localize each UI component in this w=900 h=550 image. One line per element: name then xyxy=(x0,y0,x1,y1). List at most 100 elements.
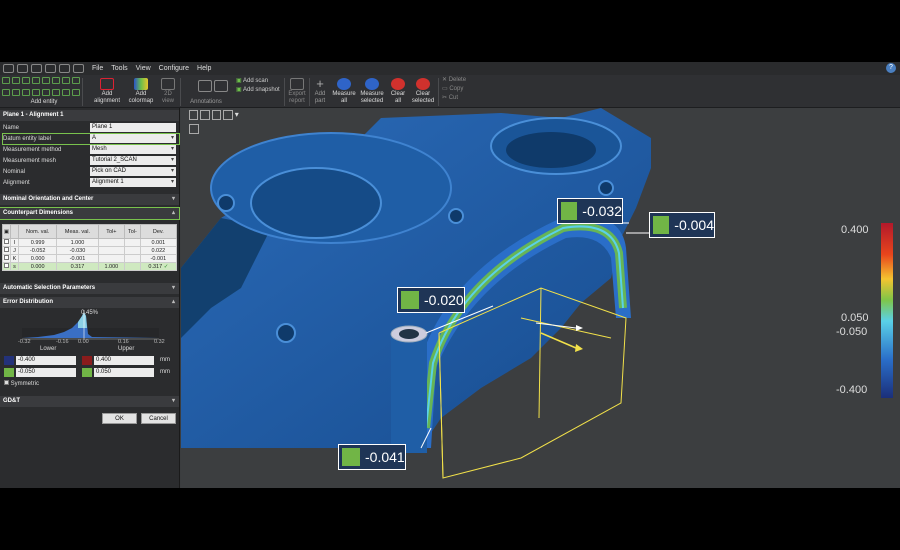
view-2d-label: 2D view xyxy=(161,91,174,104)
counterpart-section[interactable]: Counterpart Dimensions ▴ xyxy=(0,207,180,220)
upper-inner-color[interactable] xyxy=(82,368,92,377)
name-field[interactable]: Plane 1 xyxy=(90,123,176,132)
cone-entity-icon[interactable] xyxy=(52,77,60,84)
cell-tolminus[interactable] xyxy=(124,254,141,263)
error-distribution-section[interactable]: Error Distribution ▴ xyxy=(0,297,179,308)
help-icon[interactable]: ? xyxy=(886,63,896,73)
clear-all-button[interactable]: Clear all xyxy=(388,78,408,105)
torus-entity-icon[interactable] xyxy=(32,88,40,96)
home-icon[interactable] xyxy=(3,64,14,73)
rect-entity-icon[interactable] xyxy=(22,88,30,96)
add-entity-label[interactable]: Add entity xyxy=(24,99,64,106)
pan-tool-icon[interactable] xyxy=(211,110,222,120)
slot-entity-icon[interactable] xyxy=(72,77,80,84)
row-checkbox[interactable] xyxy=(2,254,11,263)
surface-entity-icon[interactable] xyxy=(42,88,50,96)
menu-tools[interactable]: Tools xyxy=(111,65,127,72)
view-cube-icon[interactable] xyxy=(189,124,199,134)
nominal-select[interactable]: Pick on CAD ▾ xyxy=(90,167,176,176)
cell-dev: 0.022 xyxy=(139,246,178,255)
measure-all-button[interactable]: Measure all xyxy=(332,78,356,105)
lower-outer-input[interactable]: -0.400 xyxy=(16,356,76,365)
menu-file[interactable]: File xyxy=(92,65,103,72)
deviation-callout[interactable]: -0.004 xyxy=(649,212,715,238)
auto-selection-section[interactable]: Automatic Selection Parameters ▾ xyxy=(0,283,179,294)
lower-inner-input[interactable]: -0.050 xyxy=(16,368,76,377)
section-entity-icon[interactable] xyxy=(62,88,70,96)
chevron-down-icon[interactable]: ▾ xyxy=(235,110,244,120)
circle-entity-icon[interactable] xyxy=(32,77,40,84)
add-colormap-button[interactable]: Add colormap xyxy=(124,78,158,105)
zoom-tool-icon[interactable] xyxy=(223,110,233,120)
chevron-down-icon: ▾ xyxy=(170,179,174,185)
point-entity-icon[interactable] xyxy=(2,77,10,84)
line-entity-icon[interactable] xyxy=(12,77,20,84)
table-row[interactable]: I 0.999 1.000 0.001 xyxy=(2,238,178,247)
menu-view[interactable]: View xyxy=(136,65,151,72)
cell-tolplus[interactable] xyxy=(97,238,126,247)
row-checkbox[interactable] xyxy=(2,246,11,255)
cell-tolplus[interactable] xyxy=(97,254,126,263)
menu-help[interactable]: Help xyxy=(197,65,211,72)
cylinder-entity-icon[interactable] xyxy=(42,77,50,84)
cut-label: Cut xyxy=(448,95,459,101)
clear-selected-button[interactable]: Clear selected xyxy=(410,78,436,105)
cell-tolminus[interactable] xyxy=(124,238,141,247)
open-icon[interactable] xyxy=(31,64,42,73)
measurement-method-select[interactable]: Mesh ▾ xyxy=(90,145,176,154)
view-2d-button[interactable]: 2D view xyxy=(158,78,178,105)
cell-dev: -0.001 xyxy=(139,254,178,263)
plane-entity-icon[interactable] xyxy=(22,77,30,84)
nominal-orientation-section[interactable]: Nominal Orientation and Center ▾ xyxy=(0,194,179,205)
alignment-select[interactable]: Alignment 1 ▾ xyxy=(90,178,176,187)
redo-icon[interactable] xyxy=(59,64,70,73)
ok-button[interactable]: OK xyxy=(102,413,137,424)
select-all-header[interactable]: ▣ xyxy=(2,224,11,239)
row-checkbox[interactable] xyxy=(2,262,11,271)
copy-button[interactable]: ▭ Copy xyxy=(442,86,463,93)
annotation-tool-2[interactable] xyxy=(214,80,228,93)
lower-outer-color[interactable] xyxy=(4,356,14,365)
ellipse-entity-icon[interactable] xyxy=(12,88,20,96)
row-checkbox[interactable] xyxy=(2,238,11,247)
table-row[interactable]: J -0.052 -0.030 0.022 xyxy=(2,246,178,255)
upper-inner-input[interactable]: 0.050 xyxy=(94,368,154,377)
datum-label-field[interactable]: A ▾ xyxy=(90,134,176,143)
table-row[interactable]: K 0.000 -0.001 -0.001 xyxy=(2,254,178,263)
cell-tolplus[interactable]: 1.000 xyxy=(97,262,126,271)
menu-configure[interactable]: Configure xyxy=(159,65,189,72)
3d-viewport[interactable]: ▾ -0.032 -0.004 -0.020 -0.041 0.400 0.05… xyxy=(181,108,900,488)
gdt-section[interactable]: GD&T ▾ xyxy=(0,396,179,407)
polyline-entity-icon[interactable] xyxy=(2,88,10,96)
add-snapshot-button[interactable]: ▣ Add snapshot xyxy=(236,87,280,94)
add-part-button[interactable]: + Add part xyxy=(312,77,328,105)
layout-icon[interactable] xyxy=(73,64,84,73)
edge-entity-icon[interactable] xyxy=(52,88,60,96)
deviation-callout[interactable]: -0.032 xyxy=(557,198,623,224)
deviation-callout[interactable]: -0.020 xyxy=(397,287,465,313)
export-report-button[interactable]: Export report xyxy=(287,78,307,105)
annotation-tool-1[interactable] xyxy=(198,80,212,93)
add-scan-button[interactable]: ▣ Add scan xyxy=(236,78,268,85)
cut-button[interactable]: ✂ Cut xyxy=(442,95,458,102)
table-row[interactable]: s 0.000 0.317 1.000 0.317 ✓ xyxy=(2,262,178,271)
save-icon[interactable] xyxy=(17,64,28,73)
feature-entity-icon[interactable] xyxy=(72,88,80,96)
symmetric-checkbox[interactable]: Symmetric xyxy=(4,380,39,387)
measurement-mesh-select[interactable]: Tutorial 2_SCAN ▾ xyxy=(90,156,176,165)
delete-button[interactable]: ✕ Delete xyxy=(442,77,466,84)
undo-icon[interactable] xyxy=(45,64,56,73)
selection-tool-icon[interactable] xyxy=(189,110,199,120)
cell-tolplus[interactable] xyxy=(97,246,126,255)
sphere-entity-icon[interactable] xyxy=(62,77,70,84)
lower-inner-color[interactable] xyxy=(4,368,14,377)
cell-tolminus[interactable] xyxy=(124,262,141,271)
cell-tolminus[interactable] xyxy=(124,246,141,255)
measure-selected-button[interactable]: Measure selected xyxy=(358,78,386,105)
upper-outer-color[interactable] xyxy=(82,356,92,365)
add-alignment-button[interactable]: Add alignment xyxy=(88,78,126,105)
rotate-tool-icon[interactable] xyxy=(200,110,210,120)
upper-outer-input[interactable]: 0.400 xyxy=(94,356,154,365)
cancel-button[interactable]: Cancel xyxy=(141,413,176,424)
deviation-callout[interactable]: -0.041 xyxy=(338,444,406,470)
